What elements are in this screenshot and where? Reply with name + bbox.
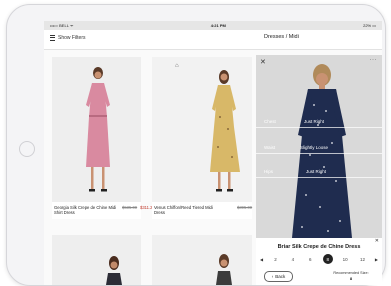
size-option[interactable]: 4 bbox=[288, 254, 298, 264]
arrow-left-icon[interactable]: ◀ bbox=[260, 257, 263, 262]
show-filters-label: Show Filters bbox=[58, 35, 86, 41]
measurement-label-chest: Chest bbox=[264, 119, 276, 124]
app-screen: ••••○ BELL ᯤ 4:21 PM 22% ▭ Show Filters … bbox=[44, 21, 382, 285]
measurement-label-hips: Hips bbox=[264, 169, 274, 174]
close-icon[interactable]: ✕ bbox=[260, 58, 266, 66]
size-selector-panel: ✕ Briar Silk Crepe de Chine Dress ◀ 2 4 … bbox=[256, 238, 382, 285]
measurement-label-waist: Waist bbox=[264, 145, 276, 150]
product-title: Briar Silk Crepe de Chine Dress bbox=[277, 244, 361, 250]
size-option[interactable]: 12 bbox=[358, 254, 368, 264]
arrow-right-icon[interactable]: ▶ bbox=[375, 257, 378, 262]
model-image bbox=[152, 235, 252, 285]
product-card[interactable]: Venus Chiffon/Reed Tiered Midi Dress $39… bbox=[152, 57, 252, 219]
size-option[interactable]: 2 bbox=[270, 254, 280, 264]
model-yellow-dress-image bbox=[152, 57, 252, 202]
size-option[interactable]: 6 bbox=[305, 254, 315, 264]
battery-label: 22% ▭ bbox=[363, 23, 376, 28]
measurement-fit-chest: Just Right bbox=[304, 119, 325, 124]
product-price-original: $535.00 bbox=[122, 205, 138, 210]
show-filters-button[interactable]: Show Filters bbox=[50, 35, 86, 41]
product-price-original: $395.00 bbox=[237, 205, 253, 210]
product-photo[interactable] bbox=[152, 235, 252, 285]
size-options: ◀ 2 4 6 8 10 12 ▶ bbox=[260, 254, 378, 264]
product-photo[interactable] bbox=[52, 57, 141, 202]
product-photo[interactable] bbox=[152, 57, 252, 202]
home-button[interactable] bbox=[19, 141, 35, 157]
back-button[interactable]: ‹ Back bbox=[264, 271, 293, 282]
tablet-frame: ••••○ BELL ᯤ 4:21 PM 22% ▭ Show Filters … bbox=[6, 4, 386, 286]
measurement-line bbox=[256, 127, 382, 128]
measurement-line bbox=[256, 153, 382, 154]
status-bar: ••••○ BELL ᯤ 4:21 PM 22% ▭ bbox=[44, 21, 382, 30]
breadcrumb: Dresses / Midi bbox=[264, 34, 299, 40]
model-pink-dress-image bbox=[52, 57, 141, 202]
chevron-left-icon: ‹ bbox=[271, 274, 274, 279]
product-card[interactable] bbox=[152, 235, 252, 285]
filter-icon bbox=[50, 35, 55, 41]
product-name[interactable]: Georgia Silk Crepe de Chine Midi Shirt D… bbox=[54, 205, 124, 215]
recommended-size-label: Recommended Size: bbox=[333, 271, 369, 275]
fit-detail-panel: ✕ ··· Chest Just Right Waist Slightly Lo… bbox=[256, 55, 382, 285]
product-name[interactable]: Venus Chiffon/Reed Tiered Midi Dress bbox=[154, 205, 224, 215]
size-option-selected[interactable]: 8 bbox=[322, 254, 333, 264]
carrier-label: ••••○ BELL ᯤ bbox=[50, 22, 74, 28]
model-image bbox=[52, 235, 141, 285]
measurement-fit-waist: Slightly Loose bbox=[300, 145, 329, 150]
hanger-icon[interactable]: ⌂ bbox=[175, 63, 179, 69]
recommended-size-value: 8 bbox=[349, 276, 353, 281]
measurement-line bbox=[256, 177, 382, 178]
more-icon[interactable]: ··· bbox=[370, 57, 378, 63]
measurement-fit-hips: Just Right bbox=[306, 169, 327, 174]
product-card[interactable] bbox=[52, 235, 141, 285]
size-option[interactable]: 10 bbox=[340, 254, 350, 264]
product-photo[interactable] bbox=[52, 235, 141, 285]
product-card[interactable]: Georgia Silk Crepe de Chine Midi Shirt D… bbox=[52, 57, 155, 219]
clock: 4:21 PM bbox=[210, 23, 226, 28]
back-label: Back bbox=[275, 274, 286, 279]
toolbar: Show Filters Dresses / Midi bbox=[44, 30, 382, 50]
